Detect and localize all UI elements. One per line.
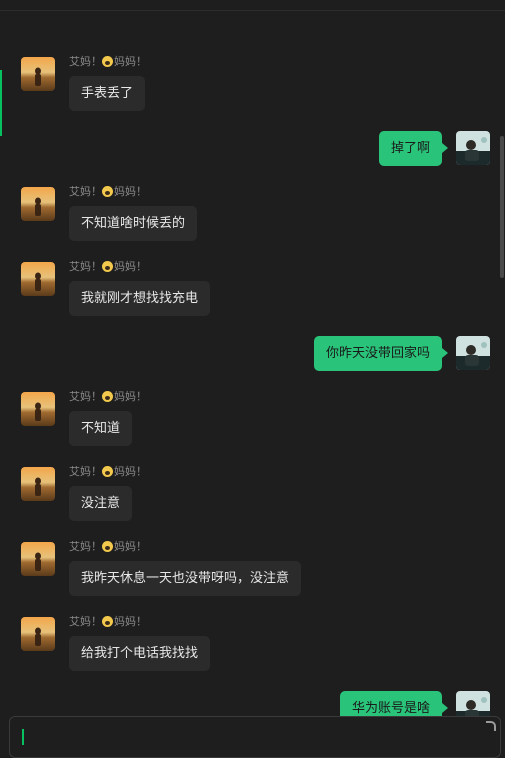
message-bubble[interactable]: 手表丢了 <box>69 76 146 111</box>
sender-name: 艾妈！ 妈妈！ <box>69 55 147 68</box>
message-bubble[interactable]: 你昨天没带回家吗 <box>313 336 449 371</box>
resize-handle-icon[interactable] <box>486 721 496 731</box>
avatar-sunset[interactable] <box>21 542 55 576</box>
scared-face-icon <box>102 541 113 552</box>
text-caret <box>22 729 24 745</box>
avatar-sunset[interactable] <box>21 57 55 91</box>
avatar-sunset[interactable] <box>21 262 55 296</box>
avatar-sunset[interactable] <box>21 617 55 651</box>
scared-face-icon <box>102 466 113 477</box>
scrollbar[interactable] <box>499 12 505 712</box>
sender-name: 艾妈！ 妈妈！ <box>69 185 147 198</box>
message-bubble[interactable]: 我就刚才想找找充电 <box>69 281 211 316</box>
sender-name: 艾妈！ 妈妈！ <box>69 465 147 478</box>
scared-face-icon <box>102 391 113 402</box>
avatar-sunset[interactable] <box>21 467 55 501</box>
avatar-self[interactable] <box>456 336 490 370</box>
message-bubble[interactable]: 掉了啊 <box>378 131 449 166</box>
scared-face-icon <box>102 56 113 67</box>
sender-name: 艾妈！ 妈妈！ <box>69 260 147 273</box>
message-bubble[interactable]: 没注意 <box>69 486 133 521</box>
avatar-sunset[interactable] <box>21 187 55 221</box>
sender-name: 艾妈！ 妈妈！ <box>69 615 147 628</box>
scared-face-icon <box>102 616 113 627</box>
avatar-self[interactable] <box>456 131 490 165</box>
message-bubble[interactable]: 不知道啥时候丢的 <box>69 206 198 241</box>
active-indicator <box>0 70 2 136</box>
avatar-sunset[interactable] <box>21 392 55 426</box>
message-input[interactable] <box>9 716 501 758</box>
sender-name: 艾妈！ 妈妈！ <box>69 540 147 553</box>
message-bubble[interactable]: 不知道 <box>69 411 133 446</box>
message-bubble[interactable]: 给我打个电话我找找 <box>69 636 211 671</box>
header-divider <box>0 10 505 11</box>
scrollbar-thumb[interactable] <box>500 136 504 278</box>
scared-face-icon <box>102 261 113 272</box>
message-bubble[interactable]: 我昨天休息一天也没带呀吗，没注意 <box>69 561 302 596</box>
sender-name: 艾妈！ 妈妈！ <box>69 390 147 403</box>
scared-face-icon <box>102 186 113 197</box>
